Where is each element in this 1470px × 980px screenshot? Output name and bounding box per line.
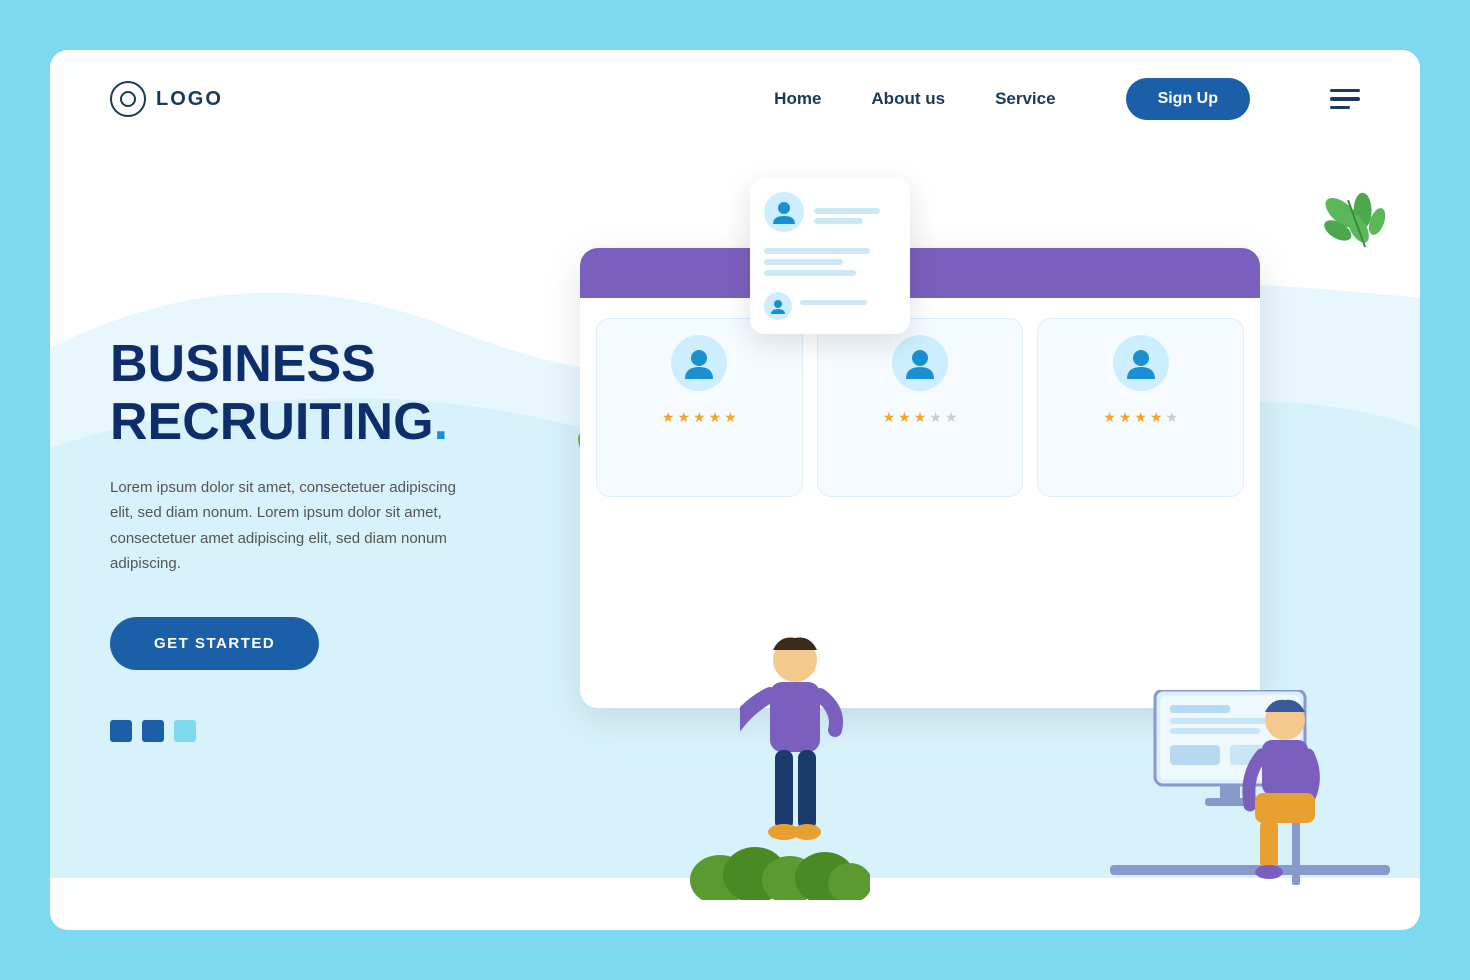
dot-2 (142, 720, 164, 742)
candidate-avatar-1 (671, 335, 727, 391)
candidate-card-2: ★ ★ ★ ★ ★ (817, 318, 1024, 497)
hero-title-line2: RECRUITING (110, 393, 434, 451)
person-icon-3 (1123, 345, 1159, 381)
person-icon-2 (902, 345, 938, 381)
navbar: LOGO Home About us Service Sign Up (50, 50, 1420, 148)
person-sitting-illustration (1210, 690, 1340, 890)
nav-home[interactable]: Home (774, 89, 821, 109)
stars-2: ★ ★ ★ ★ ★ (883, 409, 958, 426)
logo-text: LOGO (156, 88, 223, 111)
person-icon-1 (681, 345, 717, 381)
nav-about[interactable]: About us (871, 89, 945, 109)
hero-dot: . (434, 393, 448, 451)
stars-1: ★ ★ ★ ★ ★ (662, 409, 737, 426)
stars-3: ★ ★ ★ ★ ★ (1103, 409, 1178, 426)
hero-title: BUSINESS RECRUITING. (110, 336, 470, 450)
featured-avatar (764, 192, 804, 232)
candidate-avatar-3 (1113, 335, 1169, 391)
candidate-card-1: ★ ★ ★ ★ ★ (596, 318, 803, 497)
logo-area: LOGO (110, 81, 774, 117)
hero-title-line1: BUSINESS (110, 335, 376, 393)
candidate-card-3: ★ ★ ★ ★ ★ (1037, 318, 1244, 497)
featured-avatar-small (764, 292, 792, 320)
candidate-avatar-2 (892, 335, 948, 391)
small-person-icon (769, 297, 787, 315)
featured-profile-lines (764, 248, 896, 276)
hero-description: Lorem ipsum dolor sit amet, consectetuer… (110, 475, 470, 577)
nav-service[interactable]: Service (995, 89, 1056, 109)
dots-row (110, 720, 470, 742)
person-standing-illustration (740, 630, 880, 890)
left-section: BUSINESS RECRUITING. Lorem ipsum dolor s… (50, 148, 530, 930)
leaf-right-icon (1320, 188, 1400, 278)
get-started-button[interactable]: GET STARTED (110, 617, 319, 670)
logo-icon (110, 81, 146, 117)
signup-button[interactable]: Sign Up (1126, 78, 1250, 120)
dot-3 (174, 720, 196, 742)
hamburger-line-2 (1330, 97, 1360, 101)
nav-links: Home About us Service Sign Up (774, 78, 1360, 120)
page-card: LOGO Home About us Service Sign Up BUSIN… (50, 50, 1420, 930)
featured-person-icon (770, 198, 798, 226)
profile-card-featured (750, 178, 910, 334)
dot-1 (110, 720, 132, 742)
hamburger-line-1 (1330, 89, 1360, 93)
right-section: ★ ★ ★ ★ ★ (530, 148, 1420, 930)
hamburger-line-3 (1330, 106, 1350, 110)
hamburger-menu[interactable] (1330, 89, 1360, 110)
main-content: BUSINESS RECRUITING. Lorem ipsum dolor s… (50, 148, 1420, 930)
candidate-board: ★ ★ ★ ★ ★ (580, 248, 1260, 708)
